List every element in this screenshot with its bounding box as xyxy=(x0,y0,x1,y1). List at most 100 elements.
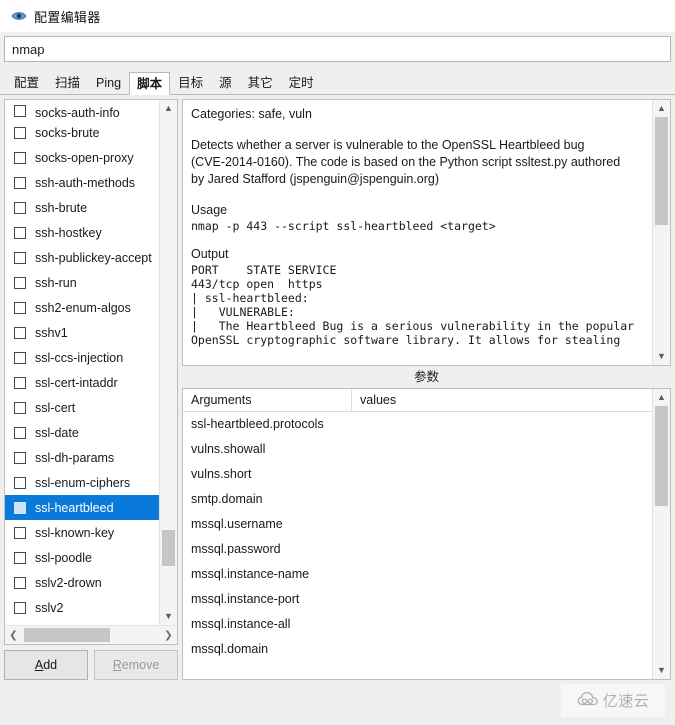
list-item[interactable]: ssh-brute xyxy=(5,195,159,220)
script-checkbox[interactable] xyxy=(14,351,26,364)
scroll-down-icon[interactable]: ▼ xyxy=(653,348,670,365)
params-section-title: 参数 xyxy=(413,370,439,384)
scrollbar-thumb[interactable] xyxy=(162,530,175,566)
list-item[interactable]: ssh-publickey-accept xyxy=(5,245,159,270)
script-checkbox[interactable] xyxy=(14,526,26,539)
argument-value[interactable] xyxy=(351,412,652,437)
list-item[interactable]: ssl-dh-params xyxy=(5,445,159,470)
command-input[interactable]: nmap xyxy=(4,36,671,62)
add-button[interactable]: Add xyxy=(4,650,88,680)
script-checkbox[interactable] xyxy=(14,105,26,117)
tab-config[interactable]: 配置 xyxy=(6,71,47,94)
script-checkbox[interactable] xyxy=(14,601,26,614)
list-item[interactable]: ssl-enum-ciphers xyxy=(5,470,159,495)
script-checkbox[interactable] xyxy=(14,301,26,314)
tab-other[interactable]: 其它 xyxy=(240,71,281,94)
script-checkbox[interactable] xyxy=(14,251,26,264)
script-checkbox[interactable] xyxy=(14,426,26,439)
argument-value[interactable] xyxy=(351,637,652,662)
script-checkbox[interactable] xyxy=(14,226,26,239)
table-row[interactable]: smtp.domain xyxy=(183,487,652,512)
script-checkbox[interactable] xyxy=(14,401,26,414)
argument-value[interactable] xyxy=(351,462,652,487)
script-list-vertical-scrollbar[interactable]: ▲ ▼ xyxy=(159,100,177,625)
script-checkbox[interactable] xyxy=(14,151,26,164)
argument-value[interactable] xyxy=(351,612,652,637)
list-item-selected[interactable]: ssl-heartbleed xyxy=(5,495,159,520)
column-header-arguments[interactable]: Arguments xyxy=(183,389,351,411)
script-checkbox[interactable] xyxy=(14,201,26,214)
table-row[interactable]: mssql.domain xyxy=(183,637,652,662)
script-label: ssl-cert-intaddr xyxy=(35,375,118,390)
tab-source[interactable]: 源 xyxy=(211,71,240,94)
scrollbar-thumb[interactable] xyxy=(24,628,110,642)
tab-scan[interactable]: 扫描 xyxy=(47,71,88,94)
remove-button[interactable]: Remove xyxy=(94,650,178,680)
scroll-up-icon[interactable]: ▲ xyxy=(653,100,670,117)
list-item[interactable]: sslv2 xyxy=(5,595,159,620)
table-row[interactable]: mssql.password xyxy=(183,537,652,562)
list-item[interactable]: ssl-cert-intaddr xyxy=(5,370,159,395)
list-item[interactable]: ssl-date xyxy=(5,420,159,445)
scroll-down-icon[interactable]: ▼ xyxy=(160,608,177,625)
table-row[interactable]: ssl-heartbleed.protocols xyxy=(183,412,652,437)
table-row[interactable]: mssql.instance-name xyxy=(183,562,652,587)
scroll-left-icon[interactable]: ❮ xyxy=(5,626,22,644)
scroll-up-icon[interactable]: ▲ xyxy=(653,389,670,406)
list-item[interactable]: ssh2-enum-algos xyxy=(5,295,159,320)
list-item[interactable]: ssh-auth-methods xyxy=(5,170,159,195)
scroll-up-icon[interactable]: ▲ xyxy=(160,100,177,117)
description-vertical-scrollbar[interactable]: ▲ ▼ xyxy=(652,100,670,365)
column-header-values[interactable]: values xyxy=(351,389,652,411)
list-item[interactable]: ssl-poodle xyxy=(5,545,159,570)
script-checkbox[interactable] xyxy=(14,501,26,514)
arguments-vertical-scrollbar[interactable]: ▲ ▼ xyxy=(652,389,670,679)
tab-script[interactable]: 脚本 xyxy=(129,72,171,95)
scrollbar-thumb[interactable] xyxy=(655,117,668,225)
argument-value[interactable] xyxy=(351,437,652,462)
argument-value[interactable] xyxy=(351,537,652,562)
script-checkbox[interactable] xyxy=(14,176,26,189)
script-checkbox[interactable] xyxy=(14,126,26,139)
tab-timing[interactable]: 定时 xyxy=(281,71,322,94)
tab-target[interactable]: 目标 xyxy=(170,71,211,94)
script-checkbox[interactable] xyxy=(14,376,26,389)
script-checkbox[interactable] xyxy=(14,326,26,339)
argument-value[interactable] xyxy=(351,587,652,612)
description-text[interactable]: Categories: safe, vuln Detects whether a… xyxy=(183,100,652,365)
list-item[interactable]: ssl-ccs-injection xyxy=(5,345,159,370)
list-item[interactable]: socks-auth-info xyxy=(5,100,159,120)
table-row[interactable]: mssql.instance-port xyxy=(183,587,652,612)
list-item[interactable]: ssl-cert xyxy=(5,395,159,420)
argument-value[interactable] xyxy=(351,562,652,587)
script-checkbox[interactable] xyxy=(14,276,26,289)
list-item[interactable]: socks-brute xyxy=(5,120,159,145)
script-checkbox[interactable] xyxy=(14,451,26,464)
table-row[interactable]: vulns.short xyxy=(183,462,652,487)
table-row[interactable]: vulns.showall xyxy=(183,437,652,462)
arguments-table[interactable]: Arguments values ssl-heartbleed.protocol… xyxy=(183,389,652,679)
list-item[interactable]: sslv2-drown xyxy=(5,570,159,595)
argument-value[interactable] xyxy=(351,487,652,512)
list-item[interactable]: ssh-hostkey xyxy=(5,220,159,245)
script-checkbox[interactable] xyxy=(14,576,26,589)
script-label: ssl-poodle xyxy=(35,550,92,565)
list-item[interactable]: ssh-run xyxy=(5,270,159,295)
script-checkbox[interactable] xyxy=(14,476,26,489)
table-row[interactable]: mssql.instance-all xyxy=(183,612,652,637)
argument-name: mssql.instance-port xyxy=(191,592,300,606)
list-item[interactable]: sshv1 xyxy=(5,320,159,345)
argument-name: mssql.domain xyxy=(191,642,269,656)
script-list[interactable]: socks-auth-info socks-brute socks-open-p… xyxy=(5,100,159,625)
script-checkbox[interactable] xyxy=(14,551,26,564)
argument-value[interactable] xyxy=(351,512,652,537)
tab-ping[interactable]: Ping xyxy=(88,71,129,94)
list-item[interactable]: ssl-known-key xyxy=(5,520,159,545)
scroll-down-icon[interactable]: ▼ xyxy=(653,662,670,679)
table-row[interactable]: mssql.username xyxy=(183,512,652,537)
script-list-horizontal-scrollbar[interactable]: ❮ ❯ xyxy=(5,625,177,644)
scrollbar-thumb[interactable] xyxy=(655,406,668,506)
list-item[interactable]: socks-open-proxy xyxy=(5,145,159,170)
scroll-right-icon[interactable]: ❯ xyxy=(160,626,177,644)
